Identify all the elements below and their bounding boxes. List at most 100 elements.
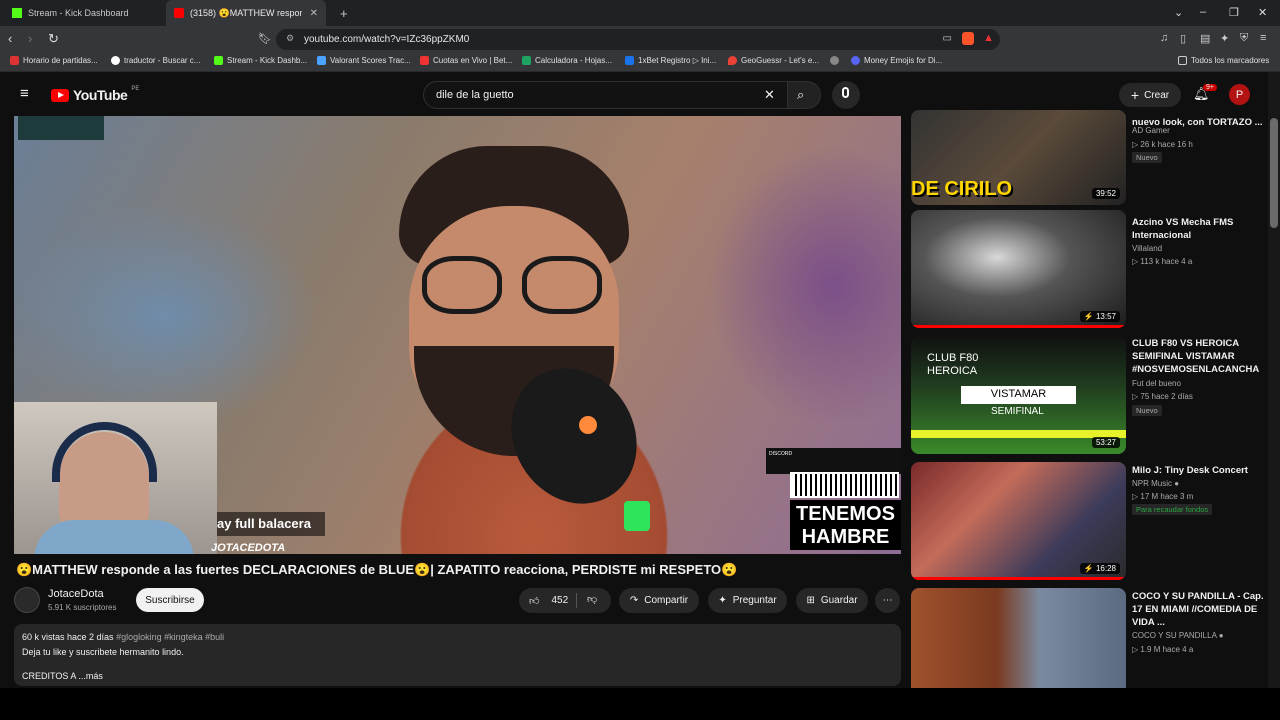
description-box[interactable]: 60 k vistas hace 2 días #glogloking #kin… xyxy=(14,624,901,686)
bookmark-label: Calculadora - Hojas... xyxy=(535,56,612,65)
menu-icon[interactable]: ≡ xyxy=(1260,32,1266,44)
bookmark-item[interactable]: Cuotas en Vivo | Bet... xyxy=(420,56,512,65)
hashtags[interactable]: #glogloking #kingteka #buli xyxy=(116,632,224,642)
minimize-icon[interactable]: – xyxy=(1200,6,1206,18)
discord-icon xyxy=(851,56,860,65)
search-button[interactable]: ⌕ xyxy=(787,81,821,109)
recommendation-title[interactable]: CLUB F80 VS HEROICA SEMIFINAL VISTAMAR #… xyxy=(1132,337,1264,376)
recommendation-channel[interactable]: Fut del bueno xyxy=(1132,379,1181,388)
clear-search-icon[interactable]: ✕ xyxy=(764,87,775,103)
duration-badge: ⚡ 16:28 xyxy=(1079,563,1120,574)
cast-icon[interactable]: ▭ xyxy=(943,33,952,44)
description-more[interactable]: CREDITOS A ...más xyxy=(22,671,893,681)
video-thumbnail[interactable]: DE CIRILO 39:52 xyxy=(911,110,1126,205)
bookmark-label: GeoGuessr - Let's e... xyxy=(741,56,820,65)
recommendation-channel[interactable]: COCO Y SU PANDILLA ● xyxy=(1132,631,1224,640)
close-window-icon[interactable]: ✕ xyxy=(1258,6,1267,19)
more-actions-button[interactable]: ⋯ xyxy=(875,588,900,613)
tab-youtube-video[interactable]: (3158) 😮MATTHEW respond ✕ xyxy=(166,0,326,26)
youtube-play-icon xyxy=(51,88,69,102)
new-tab-button[interactable]: + xyxy=(332,0,356,26)
bookmark-item[interactable]: GeoGuessr - Let's e... xyxy=(728,56,819,65)
recommendation-channel[interactable]: NPR Music ● xyxy=(1132,479,1179,488)
1xbet-icon xyxy=(625,56,634,65)
recommendation-title[interactable]: COCO Y SU PANDILLA - Cap. 17 EN MIAMI //… xyxy=(1132,590,1264,629)
bookmark-item[interactable]: traductor - Buscar c... xyxy=(111,56,200,65)
video-thumbnail[interactable]: ⚡ 16:28 xyxy=(911,462,1126,580)
forward-icon[interactable]: › xyxy=(28,31,32,46)
brave-rewards-icon[interactable]: ▲ xyxy=(983,32,994,44)
sidebar-icon[interactable]: ▯ xyxy=(1180,32,1186,45)
like-count[interactable]: 452 xyxy=(551,595,568,606)
hamburger-menu-icon[interactable]: ≡ xyxy=(20,85,29,102)
leo-icon[interactable]: ✦ xyxy=(1220,32,1229,45)
share-button[interactable]: ↷ Compartir xyxy=(619,588,699,613)
channel-avatar[interactable] xyxy=(14,587,40,613)
overlay-banner: TENEMOS HAMBRE xyxy=(790,500,901,550)
bookmark-item[interactable] xyxy=(830,56,839,65)
bookmark-item[interactable]: Stream - Kick Dashb... xyxy=(214,56,307,65)
vpn-icon[interactable]: ⛨ xyxy=(1240,32,1248,45)
recommendation-item[interactable]: CLUB F80 HEROICA VISTAMAR SEMIFINAL 53:27… xyxy=(911,336,1268,454)
recommendation-channel[interactable]: Villaland xyxy=(1132,244,1162,253)
tab-kick-dashboard[interactable]: Stream - Kick Dashboard xyxy=(4,0,166,26)
video-thumbnail[interactable] xyxy=(911,588,1126,688)
search-icon: ⌕ xyxy=(797,87,805,102)
more-icon: ⋯ xyxy=(882,595,893,606)
bookmark-item[interactable]: Horario de partidas... xyxy=(10,56,98,65)
brave-shield-icon[interactable] xyxy=(962,32,974,45)
bookmark-label: 1xBet Registro ▷ Ini... xyxy=(638,56,717,65)
url-text: youtube.com/watch?v=IZc36ppZKM0 xyxy=(304,34,470,45)
recommendation-title[interactable]: Azcino VS Mecha FMS Internacional xyxy=(1132,216,1264,242)
all-bookmarks-folder[interactable]: Todos los marcadores xyxy=(1178,56,1269,65)
mic-light-green xyxy=(624,501,650,531)
bookmark-label: Horario de partidas... xyxy=(23,56,98,65)
like-icon[interactable]: 👍︎ xyxy=(529,595,539,607)
extensions-icon[interactable]: ▤ xyxy=(1200,32,1210,45)
bookmark-item[interactable]: Money Emojis for Di... xyxy=(851,56,942,65)
discord-overlay: DISCORD xyxy=(766,448,901,474)
back-icon[interactable]: ‹ xyxy=(8,31,12,46)
share-label: Compartir xyxy=(644,595,689,606)
bookmark-page-icon[interactable]: 🔖︎ xyxy=(258,32,272,45)
address-bar[interactable]: youtube.com/watch?v=IZc36ppZKM0 ⚙ ▭ ▲ xyxy=(276,29,1000,50)
search-value: dile de la guetto xyxy=(436,89,514,101)
tab-search-icon[interactable]: ⌄ xyxy=(1174,6,1183,19)
recommendation-title[interactable]: Milo J: Tiny Desk Concert xyxy=(1132,464,1264,477)
recommendation-item[interactable]: ⚡ 16:28 Milo J: Tiny Desk Concert NPR Mu… xyxy=(911,462,1268,580)
youtube-logo[interactable]: YouTube PE xyxy=(51,86,139,103)
dislike-icon[interactable]: 👎︎ xyxy=(587,593,597,605)
recommendation-meta: ▷ 1.9 M hace 4 a xyxy=(1132,645,1194,654)
media-icon[interactable]: ♫ xyxy=(1160,32,1168,44)
recommendation-item[interactable]: COCO Y SU PANDILLA - Cap. 17 EN MIAMI //… xyxy=(911,588,1268,688)
recommendation-channel[interactable]: AD Gamer xyxy=(1132,126,1170,135)
subscribe-button[interactable]: Suscribirse xyxy=(136,588,204,612)
site-info-icon[interactable]: ⚙ xyxy=(286,33,294,44)
thumbnail-subtitle: SEMIFINAL xyxy=(991,406,1044,417)
reload-icon[interactable]: ↻ xyxy=(48,31,59,47)
bookmark-item[interactable]: Valorant Scores Trac... xyxy=(317,56,411,65)
thumbnail-text: VISTAMAR xyxy=(961,386,1076,404)
create-button[interactable]: + Crear xyxy=(1119,83,1181,107)
user-avatar[interactable]: P xyxy=(1229,84,1250,105)
voice-search-button[interactable] xyxy=(832,81,860,109)
bookmark-item[interactable]: 1xBet Registro ▷ Ini... xyxy=(625,56,716,65)
new-badge: Nuevo xyxy=(1132,405,1162,416)
search-input[interactable]: dile de la guetto xyxy=(423,81,788,109)
video-thumbnail[interactable]: ⚡ 13:57 xyxy=(911,210,1126,328)
recommendation-item[interactable]: ⚡ 13:57 Azcino VS Mecha FMS Internaciona… xyxy=(911,210,1268,328)
notification-badge: 9+ xyxy=(1203,84,1217,91)
video-player[interactable]: ay full balacera JOTACEDOTA DISCORD TENE… xyxy=(14,116,901,554)
ask-label: Preguntar xyxy=(732,595,777,606)
mic-light xyxy=(579,416,597,434)
save-button[interactable]: ⊞ Guardar xyxy=(796,588,868,613)
video-thumbnail[interactable]: CLUB F80 HEROICA VISTAMAR SEMIFINAL 53:27 xyxy=(911,336,1126,454)
close-tab-icon[interactable]: ✕ xyxy=(310,8,318,19)
maximize-icon[interactable]: ❐ xyxy=(1229,6,1239,19)
channel-name[interactable]: JotaceDota xyxy=(48,588,104,600)
sheets-icon xyxy=(522,56,531,65)
bookmark-item[interactable]: Calculadora - Hojas... xyxy=(522,56,612,65)
ask-button[interactable]: ✦ Preguntar xyxy=(708,588,787,613)
sparkle-icon: ✦ xyxy=(718,595,727,606)
scrollbar-thumb[interactable] xyxy=(1270,118,1278,228)
